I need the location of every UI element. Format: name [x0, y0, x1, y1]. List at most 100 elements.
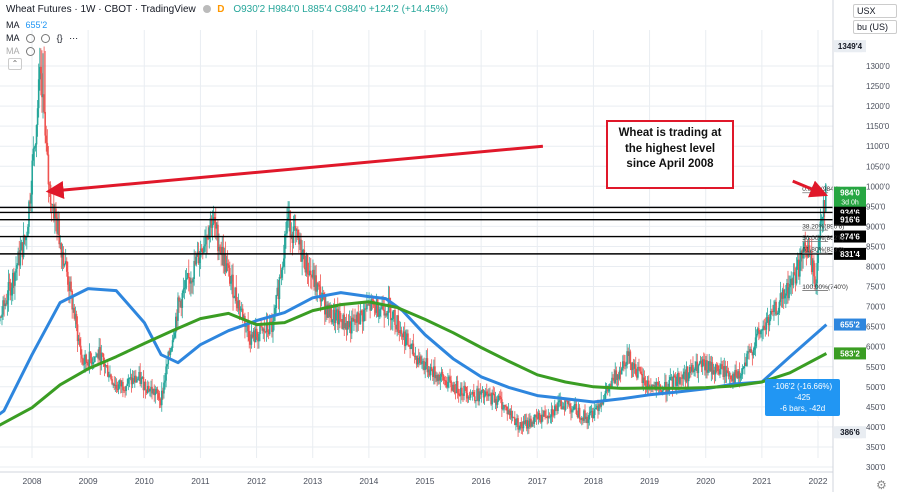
candle-body [560, 400, 563, 410]
candle-body [317, 283, 320, 285]
more-icon[interactable]: ⋯ [69, 33, 78, 43]
candle-body [549, 416, 552, 418]
candle-body [687, 373, 690, 382]
candle-body [424, 365, 427, 370]
candle-body [43, 94, 45, 112]
candle-body [461, 387, 463, 395]
candle-body [14, 272, 16, 286]
hide-icon[interactable] [25, 47, 35, 57]
y-tick-label: 550'0 [866, 363, 886, 372]
y-tick-label: 500'0 [866, 383, 886, 392]
candle-body [232, 274, 234, 298]
candle-body [282, 258, 285, 267]
status-dot-icon [202, 5, 211, 14]
candle-body [357, 312, 360, 323]
measure-line: Vol 1.731M [782, 415, 823, 425]
code-icon[interactable]: {} [57, 33, 63, 43]
candle-body [589, 411, 592, 413]
candle-body [450, 380, 452, 388]
candle-body [465, 386, 468, 394]
x-tick-label: 2008 [23, 476, 42, 486]
indicator-row[interactable]: MA {} ⋯ [6, 33, 78, 44]
candle-body [657, 382, 660, 386]
collapse-icon[interactable]: ⌃ [8, 58, 22, 70]
y-tick-label: 650'0 [866, 323, 886, 332]
candle-body [306, 254, 309, 275]
candle-body [573, 404, 576, 410]
candle-body [777, 312, 780, 315]
candle-body [697, 365, 700, 374]
candle-body [741, 368, 744, 375]
annotation-callout[interactable]: Wheat is trading at the highest level si… [606, 120, 734, 189]
candle-body [278, 277, 281, 299]
candle-body [553, 405, 556, 416]
candle-body [629, 351, 632, 364]
candle-body [227, 265, 230, 268]
candle-body [456, 381, 459, 394]
candle-body [394, 309, 396, 326]
candle-body [502, 408, 504, 410]
currency-unit-selector[interactable]: USX bu (US) [853, 4, 897, 36]
candle-body [412, 343, 415, 356]
candle-body [639, 367, 641, 372]
callout-line: since April 2008 [626, 158, 714, 171]
candle-body [719, 369, 721, 375]
horizontal-lines[interactable]: 947'2934'6916'6874'6831'4 [0, 201, 866, 260]
candle-body [572, 409, 574, 411]
candle-body [491, 392, 493, 405]
candle-body [773, 305, 775, 313]
candle-body [319, 286, 322, 302]
symbol-title[interactable]: Wheat Futures [6, 4, 72, 15]
candle-body [386, 313, 389, 316]
candle-body [111, 379, 113, 385]
candle-body [588, 412, 591, 420]
eye-icon[interactable] [25, 34, 35, 44]
candle-body [24, 236, 27, 241]
price-range-measure[interactable]: -106'2 (-16.66%) -425 -6 bars, -42d Vol … [765, 379, 840, 425]
candle-body [377, 315, 380, 317]
candle-body [625, 364, 627, 367]
candle-body [34, 144, 37, 148]
candle-body [538, 413, 541, 421]
candle-body [178, 297, 180, 302]
candle-body [63, 263, 66, 266]
y-tick-label: 300'0 [866, 463, 886, 472]
candle-body [520, 422, 523, 428]
candle-body [430, 367, 433, 370]
candle-body [564, 400, 567, 410]
interval[interactable]: 1W [80, 4, 95, 15]
y-tick-label: 900'0 [866, 222, 886, 231]
candle-body [70, 281, 72, 292]
y-tick-label: 400'0 [866, 423, 886, 432]
candle-body [463, 385, 465, 396]
candle-body [172, 337, 175, 341]
candle-body [359, 310, 362, 325]
candle-body [137, 378, 139, 381]
callout-line: the highest level [624, 142, 716, 155]
y-tick-label: 750'0 [866, 283, 886, 292]
currency-label[interactable]: USX [853, 4, 897, 18]
candle-body [238, 300, 241, 311]
candle-body [102, 353, 105, 361]
candle-body [19, 250, 22, 266]
x-tick-label: 2020 [696, 476, 715, 486]
unit-label[interactable]: bu (US) [853, 20, 897, 34]
indicator-row[interactable]: MA 655'2 [6, 20, 47, 30]
y-tick-label: 1300'0 [866, 62, 890, 71]
candle-body [647, 380, 650, 388]
candle-body [595, 407, 597, 410]
settings-icon[interactable] [41, 34, 51, 44]
time-axis[interactable]: 2008 2009 2010 2011 2012 2013 2014 2015 2016 2017… [0, 471, 833, 486]
candle-body [447, 381, 449, 388]
candle-body [110, 374, 112, 380]
candle-body [320, 299, 323, 302]
candle-body [165, 366, 167, 381]
candle-body [475, 400, 477, 402]
indicator-row[interactable]: MA [6, 46, 35, 57]
candle-body [371, 299, 374, 300]
gear-icon[interactable]: ⚙ [876, 478, 887, 492]
candle-body [739, 375, 742, 379]
candle-body [404, 337, 407, 347]
candle-body [258, 334, 260, 342]
candle-body [793, 272, 796, 275]
